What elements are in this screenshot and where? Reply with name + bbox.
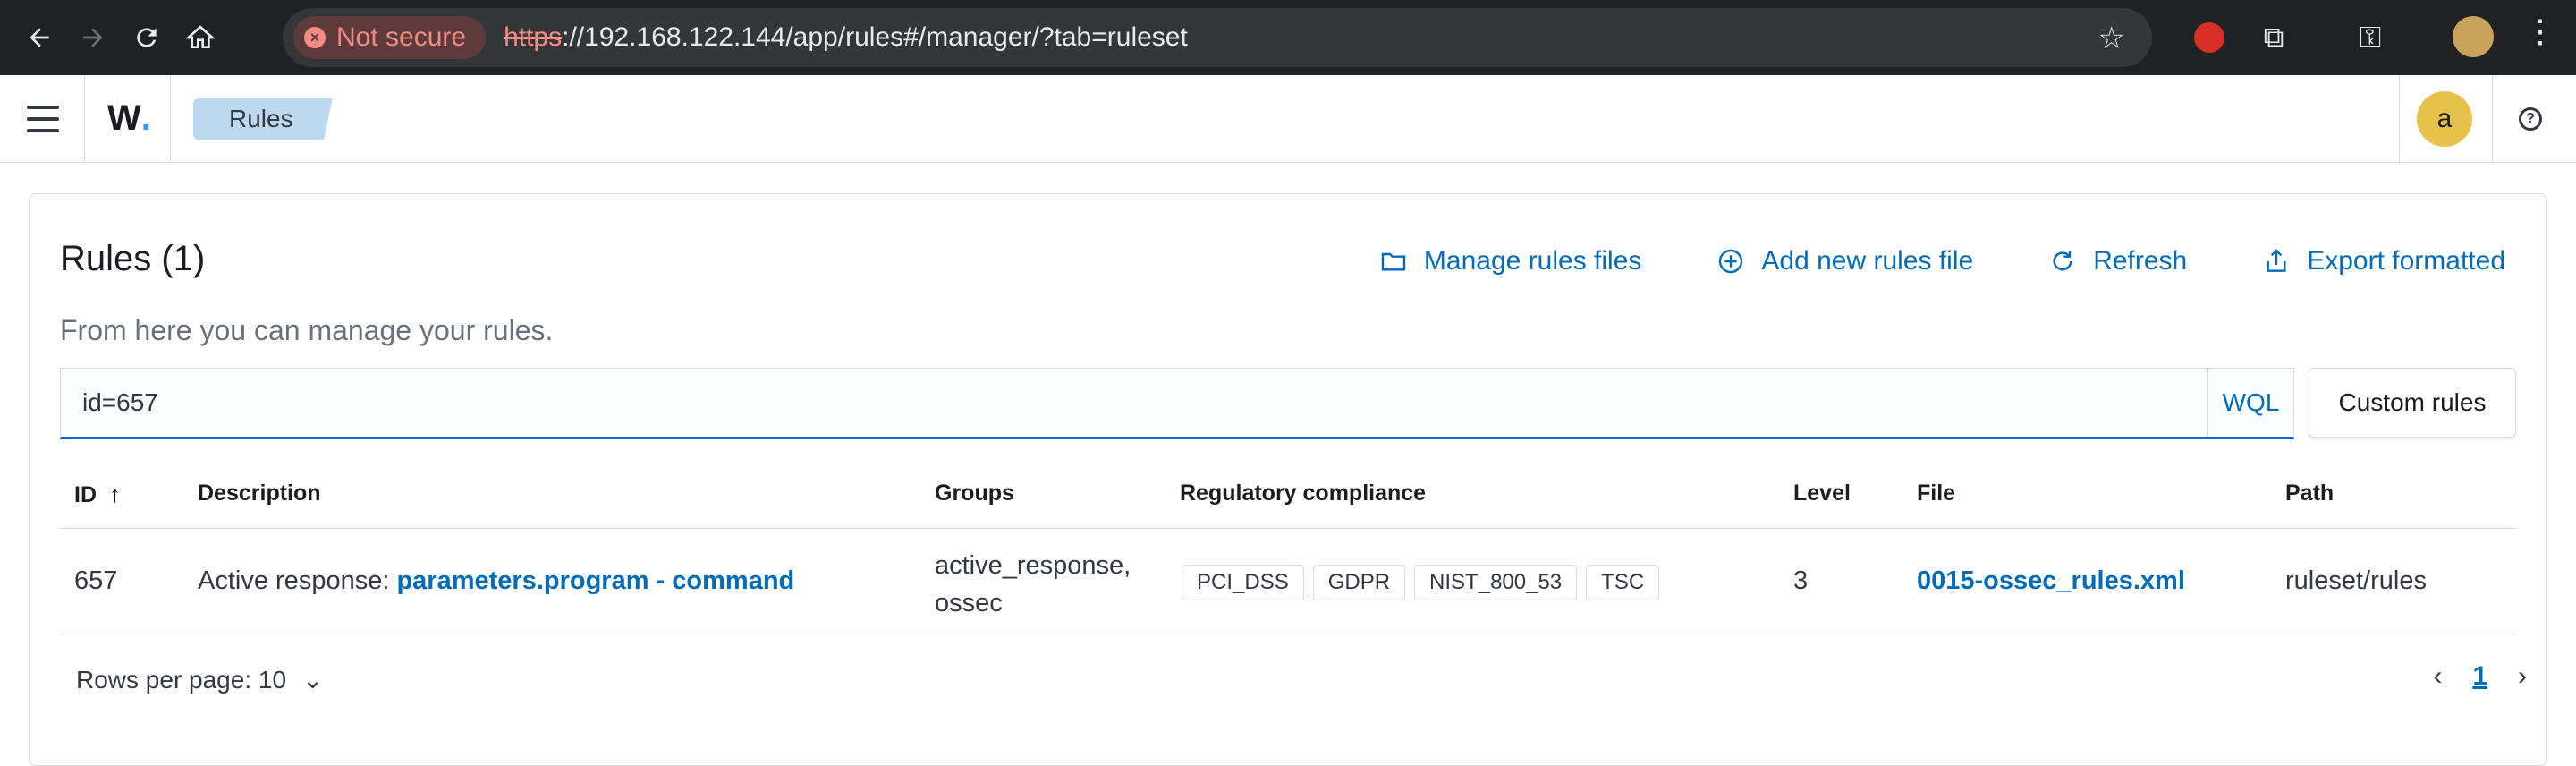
page-subtitle: From here you can manage your rules. [60, 314, 554, 346]
extensions-puzzle-icon[interactable]: ⧉ [2252, 16, 2295, 59]
column-compliance[interactable]: Regulatory compliance [1180, 481, 1426, 506]
breadcrumb-rules[interactable]: Rules [193, 98, 333, 140]
browser-menu-icon[interactable]: ⋮ [2524, 13, 2556, 50]
extension-stop-icon[interactable] [2188, 16, 2231, 59]
menu-hamburger-icon[interactable] [27, 106, 59, 132]
page-title: Rules (1) [60, 239, 206, 278]
add-new-rules-file-button[interactable]: Add new rules file [1716, 246, 1973, 277]
warning-icon: × [304, 27, 326, 48]
url-text: https://192.168.122.144/app/rules#/manag… [504, 22, 1188, 52]
address-bar[interactable]: × Not secure https://192.168.122.144/app… [283, 8, 2152, 67]
search-bar: WQL [60, 368, 2294, 439]
table-row[interactable]: 657 Active response: parameters.program … [60, 529, 2516, 634]
security-label: Not secure [336, 22, 467, 52]
page-number[interactable]: 1 [2472, 661, 2487, 692]
forward-icon[interactable] [66, 11, 120, 64]
compliance-badge[interactable]: TSC [1586, 565, 1660, 600]
pagination: ‹ 1 › [2433, 661, 2527, 692]
next-page-icon[interactable]: › [2518, 661, 2527, 692]
chevron-down-icon: ⌄ [301, 666, 324, 694]
table-header: ID ↑ Description Groups Regulatory compli… [60, 457, 2516, 529]
bookmark-star-icon[interactable]: ☆ [2098, 21, 2125, 56]
compliance-badge[interactable]: PCI_DSS [1182, 565, 1304, 600]
security-indicator[interactable]: × Not secure [293, 16, 487, 59]
help-icon[interactable]: ? [2519, 107, 2542, 131]
sort-ascending-icon: ↑ [109, 481, 121, 507]
password-key-icon[interactable]: ⚿ [2349, 16, 2392, 59]
app-header: W. Rules a ? [0, 75, 2576, 163]
user-avatar[interactable]: a [2417, 91, 2472, 147]
browser-toolbar: × Not secure https://192.168.122.144/app… [0, 0, 2576, 75]
rules-panel: Rules (1) Manage rules files Add new rul… [29, 193, 2547, 766]
browser-profile-avatar[interactable] [2453, 16, 2494, 57]
refresh-button[interactable]: Refresh [2048, 246, 2187, 277]
rule-path: ruleset/rules [2285, 566, 2427, 595]
export-formatted-button[interactable]: Export formatted [2262, 246, 2505, 277]
rules-table: ID ↑ Description Groups Regulatory compli… [60, 457, 2516, 634]
plus-circle-icon [1719, 249, 1743, 274]
search-input[interactable] [61, 388, 2207, 417]
back-icon[interactable] [13, 11, 66, 64]
column-path[interactable]: Path [2285, 481, 2334, 506]
wql-toggle[interactable]: WQL [2207, 369, 2293, 437]
compliance-badges: PCI_DSS GDPR NIST_800_53 TSC [1182, 565, 1660, 600]
previous-page-icon[interactable]: ‹ [2433, 661, 2442, 692]
folder-icon [1381, 252, 1406, 271]
compliance-badge[interactable]: GDPR [1312, 565, 1406, 600]
column-level[interactable]: Level [1793, 481, 1851, 506]
column-description[interactable]: Description [198, 481, 321, 506]
manage-rules-files-button[interactable]: Manage rules files [1379, 246, 1641, 277]
export-icon [2267, 249, 2286, 272]
column-id[interactable]: ID ↑ [74, 481, 121, 508]
rule-groups: active_response, ossec [935, 551, 1131, 617]
home-icon[interactable] [174, 11, 227, 64]
rule-file-link[interactable]: 0015-ossec_rules.xml [1917, 566, 2185, 596]
compliance-badge[interactable]: NIST_800_53 [1414, 565, 1578, 600]
rows-per-page-button[interactable]: Rows per page: 10 ⌄ [76, 665, 323, 694]
rule-level: 3 [1793, 566, 1809, 595]
header-actions: Manage rules files Add new rules file Re… [1379, 246, 2505, 277]
refresh-icon [2053, 251, 2072, 271]
rule-id: 657 [74, 566, 118, 595]
reload-icon[interactable] [120, 11, 174, 64]
rule-description: Active response: parameters.program - co… [198, 566, 795, 595]
app-logo[interactable]: W. [107, 98, 151, 139]
column-file[interactable]: File [1917, 481, 1955, 506]
custom-rules-button[interactable]: Custom rules [2309, 368, 2516, 438]
column-groups[interactable]: Groups [935, 481, 1014, 506]
